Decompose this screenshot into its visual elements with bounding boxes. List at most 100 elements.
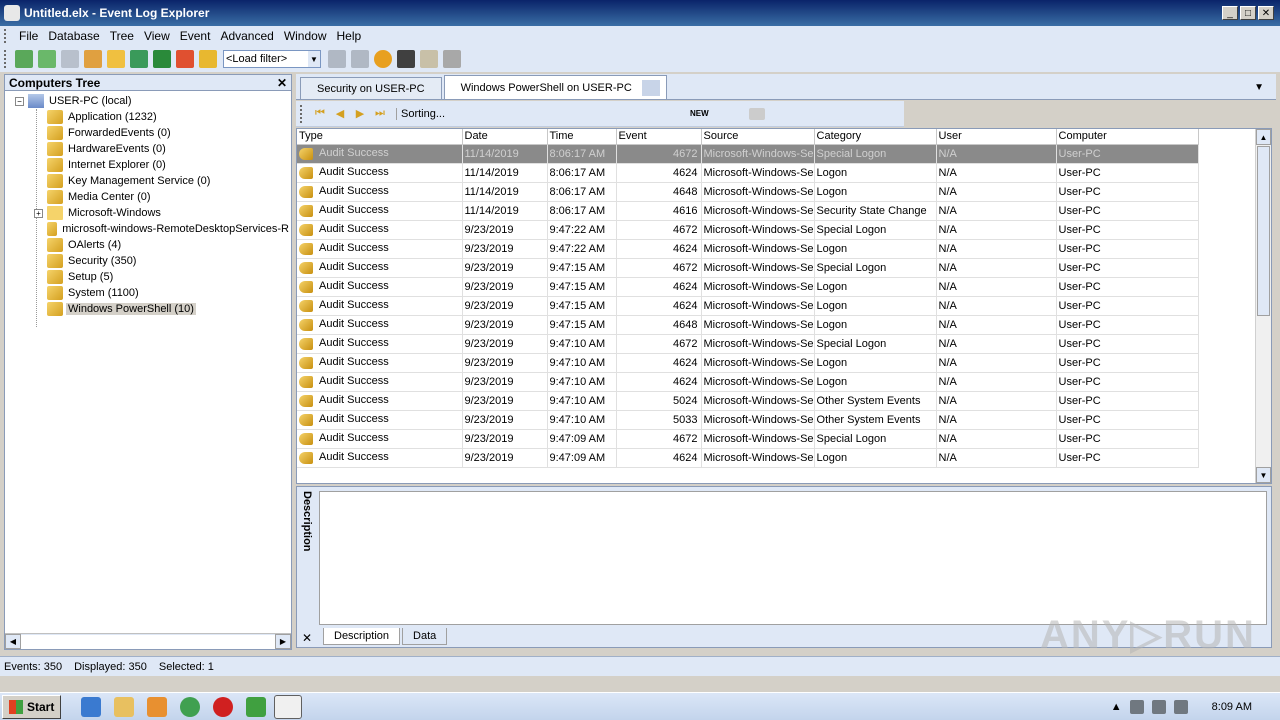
menu-advanced[interactable]: Advanced — [215, 29, 278, 43]
scroll-up-icon[interactable]: ▲ — [1256, 129, 1271, 145]
network-icon[interactable] — [1129, 699, 1144, 714]
close-icon[interactable]: ✕ — [302, 631, 312, 645]
table-row[interactable]: Audit Success 11/14/2019 8:06:17 AM 4648 Mic… — [297, 182, 1199, 202]
media-player-icon[interactable] — [147, 696, 168, 717]
previous-page-icon[interactable]: ◀ — [330, 107, 350, 120]
filter-icon[interactable] — [198, 50, 217, 68]
chevron-down-icon[interactable]: ▼ — [308, 51, 320, 67]
tree-item-system[interactable]: System (1100) — [5, 285, 291, 301]
last-page-icon[interactable]: ⏭ — [370, 107, 390, 120]
tree-item-key-management[interactable]: Key Management Service (0) — [5, 173, 291, 189]
remove-icon[interactable] — [60, 50, 79, 68]
close-icon[interactable]: ✕ — [277, 76, 287, 90]
tree-item-windows-powershell[interactable]: Windows PowerShell (10) — [5, 301, 291, 317]
column-computer[interactable]: Computer — [1056, 129, 1199, 145]
refresh-icon[interactable] — [373, 50, 392, 68]
table-row[interactable]: Audit Success 9/23/2019 9:47:10 AM 5024 Micr… — [297, 391, 1199, 411]
table-row[interactable]: Audit Success 11/14/2019 8:06:17 AM 4624 Mic… — [297, 163, 1199, 183]
load-filter-select[interactable]: <Load filter> ▼ — [223, 50, 321, 68]
tree-item-application[interactable]: Application (1232) — [5, 109, 291, 125]
maximize-button[interactable]: □ — [1240, 6, 1256, 20]
menu-event[interactable]: Event — [175, 29, 216, 43]
menu-file[interactable]: File — [14, 29, 43, 43]
tree-item-hardware-events[interactable]: HardwareEvents (0) — [5, 141, 291, 157]
start-button[interactable]: Start — [2, 694, 62, 719]
tabs-dropdown-icon[interactable]: ▼ — [1254, 82, 1264, 93]
file-explorer-icon[interactable] — [114, 696, 135, 717]
open-folder-icon[interactable] — [106, 50, 125, 68]
table-row[interactable]: Audit Success 11/14/2019 8:06:17 AM 4672 Mic… — [297, 144, 1199, 164]
minimize-button[interactable]: _ — [1222, 6, 1238, 20]
tab-data[interactable]: Data — [402, 628, 448, 645]
tree-item-microsoft-windows[interactable]: + Microsoft-Windows — [5, 205, 291, 221]
collapse-icon[interactable]: − — [15, 96, 24, 106]
grid-vertical-scrollbar[interactable]: ▲ ▼ — [1255, 129, 1271, 483]
tree-root-user-pc[interactable]: − USER-PC (local) — [5, 93, 291, 109]
column-event[interactable]: Event — [616, 129, 702, 145]
table-row[interactable]: Audit Success 9/23/2019 9:47:22 AM 4624 Micr… — [297, 239, 1199, 259]
flag-icon[interactable] — [1173, 699, 1188, 714]
table-row[interactable]: Audit Success 9/23/2019 9:47:09 AM 4672 Micr… — [297, 429, 1199, 449]
save-as-icon[interactable] — [152, 50, 171, 68]
open-log-icon[interactable] — [83, 50, 102, 68]
close-button[interactable]: ✕ — [1258, 6, 1274, 20]
event-log-explorer-task-icon[interactable] — [274, 694, 303, 719]
printer-icon[interactable] — [748, 107, 765, 120]
first-page-icon[interactable]: ⏮ — [310, 107, 330, 120]
tree-item-media-center[interactable]: Media Center (0) — [5, 189, 291, 205]
table-row[interactable]: Audit Success 9/23/2019 9:47:09 AM 4624 Micr… — [297, 448, 1199, 468]
tree-horizontal-scrollbar[interactable]: ◀ ▶ — [5, 633, 291, 649]
scroll-thumb[interactable] — [1257, 146, 1270, 316]
next-page-icon[interactable]: ▶ — [350, 107, 370, 120]
table-row[interactable]: Audit Success 9/23/2019 9:47:10 AM 4624 Micr… — [297, 372, 1199, 392]
menu-tree[interactable]: Tree — [105, 29, 139, 43]
column-source[interactable]: Source — [701, 129, 815, 145]
tree-item-security[interactable]: Security (350) — [5, 253, 291, 269]
tab-description[interactable]: Description — [323, 628, 401, 645]
column-user[interactable]: User — [936, 129, 1057, 145]
expand-icon[interactable]: + — [34, 208, 43, 218]
tree-item-oalerts[interactable]: OAlerts (4) — [5, 237, 291, 253]
table-row[interactable]: Audit Success 9/23/2019 9:47:15 AM 4624 Micr… — [297, 277, 1199, 297]
tab-close-button[interactable] — [641, 79, 660, 96]
tab-security[interactable]: Security on USER-PC — [300, 77, 442, 99]
clear-log-icon[interactable] — [175, 50, 194, 68]
table-row[interactable]: Audit Success 9/23/2019 9:47:10 AM 5033 Micr… — [297, 410, 1199, 430]
opera-icon[interactable] — [213, 696, 234, 717]
menu-help[interactable]: Help — [332, 29, 367, 43]
remove-filter-icon[interactable] — [327, 50, 346, 68]
scroll-right-icon[interactable]: ▶ — [275, 634, 291, 649]
menu-database[interactable]: Database — [43, 29, 104, 43]
tray-expand-icon[interactable]: ▲ — [1111, 701, 1122, 713]
table-row[interactable]: Audit Success 9/23/2019 9:47:15 AM 4648 Micr… — [297, 315, 1199, 335]
column-date[interactable]: Date — [462, 129, 548, 145]
filter-off-icon[interactable] — [350, 50, 369, 68]
table-row[interactable]: Audit Success 9/23/2019 9:47:10 AM 4672 Micr… — [297, 334, 1199, 354]
volume-icon[interactable] — [1151, 699, 1166, 714]
tree-item-setup[interactable]: Setup (5) — [5, 269, 291, 285]
scroll-down-icon[interactable]: ▼ — [1256, 467, 1271, 483]
table-row[interactable]: Audit Success 9/23/2019 9:47:15 AM 4624 Micr… — [297, 296, 1199, 316]
column-type[interactable]: Type — [297, 129, 463, 145]
app-icon[interactable] — [246, 696, 267, 717]
tree-item-forwarded-events[interactable]: ForwardedEvents (0) — [5, 125, 291, 141]
tree-item-internet-explorer[interactable]: Internet Explorer (0) — [5, 157, 291, 173]
scroll-track[interactable] — [21, 634, 275, 649]
find-next-icon[interactable] — [419, 50, 438, 68]
add-computer-icon[interactable] — [14, 50, 33, 68]
print-icon[interactable] — [442, 50, 461, 68]
save-icon[interactable] — [129, 50, 148, 68]
find-icon[interactable] — [396, 50, 415, 68]
clock[interactable]: 8:09 AM — [1212, 701, 1252, 713]
table-row[interactable]: Audit Success 9/23/2019 9:47:15 AM 4672 Micr… — [297, 258, 1199, 278]
column-time[interactable]: Time — [547, 129, 617, 145]
table-row[interactable]: Audit Success 9/23/2019 9:47:10 AM 4624 Micr… — [297, 353, 1199, 373]
tree-item-remote-desktop[interactable]: microsoft-windows-RemoteDesktopServices-… — [5, 221, 291, 237]
internet-explorer-icon[interactable] — [81, 696, 102, 717]
table-row[interactable]: Audit Success 11/14/2019 8:06:17 AM 4616 Mic… — [297, 201, 1199, 221]
chrome-icon[interactable] — [180, 696, 201, 717]
new-events-button[interactable]: NEW — [690, 109, 709, 118]
table-row[interactable]: Audit Success 9/23/2019 9:47:22 AM 4672 Micr… — [297, 220, 1199, 240]
scroll-left-icon[interactable]: ◀ — [5, 634, 21, 649]
tab-windows-powershell[interactable]: Windows PowerShell on USER-PC — [443, 75, 667, 99]
